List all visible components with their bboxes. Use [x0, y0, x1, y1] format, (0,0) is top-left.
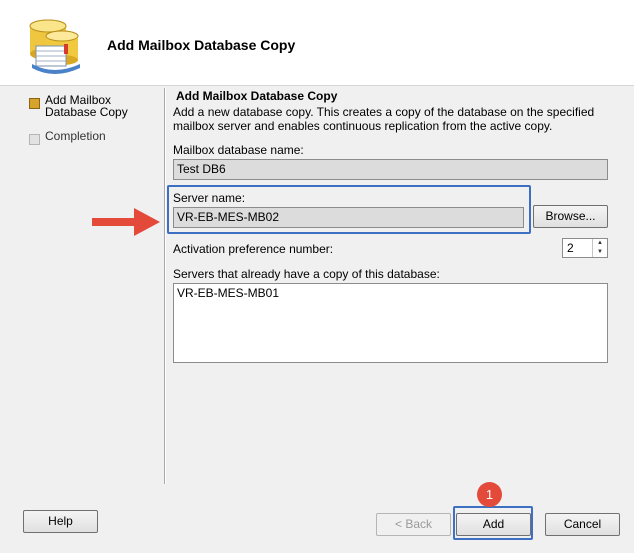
server-name-field[interactable]: VR-EB-MES-MB02: [173, 207, 524, 228]
wizard-header: Add Mailbox Database Copy: [0, 0, 634, 86]
red-arrow-icon: [92, 208, 160, 236]
back-button[interactable]: < Back: [376, 513, 451, 536]
database-copy-icon: [29, 19, 80, 74]
step-pending-icon: [29, 134, 40, 145]
section-description: Add a new database copy. This creates a …: [173, 105, 595, 133]
activation-pref-value: 2: [567, 241, 574, 255]
nav-item-add-copy: Add Mailbox Database Copy: [24, 94, 159, 130]
list-item[interactable]: VR-EB-MES-MB01: [174, 284, 607, 302]
wizard-nav: Add Mailbox Database Copy Completion: [24, 94, 159, 166]
servers-list[interactable]: VR-EB-MES-MB01: [173, 283, 608, 363]
nav-item-label: Completion: [45, 129, 106, 143]
stepper-down-icon[interactable]: ▼: [593, 248, 607, 257]
stepper-arrows[interactable]: ▲ ▼: [592, 239, 607, 257]
server-name-label: Server name:: [173, 191, 246, 205]
browse-button[interactable]: Browse...: [533, 205, 608, 228]
servers-list-label: Servers that already have a copy of this…: [173, 267, 440, 281]
step-badge: 1: [477, 482, 502, 507]
add-button[interactable]: Add: [456, 513, 531, 536]
wizard-title: Add Mailbox Database Copy: [107, 37, 296, 53]
help-button[interactable]: Help: [23, 510, 98, 533]
nav-item-completion: Completion: [24, 130, 159, 166]
section-title: Add Mailbox Database Copy: [176, 89, 338, 103]
step-active-icon: [29, 98, 40, 109]
db-name-label: Mailbox database name:: [173, 143, 304, 157]
nav-divider: [164, 88, 166, 484]
activation-pref-label: Activation preference number:: [173, 242, 334, 256]
stepper-up-icon[interactable]: ▲: [593, 239, 607, 248]
activation-pref-stepper[interactable]: 2 ▲ ▼: [562, 238, 608, 258]
db-name-field: Test DB6: [173, 159, 608, 180]
cancel-button[interactable]: Cancel: [545, 513, 620, 536]
nav-item-label: Add Mailbox Database Copy: [45, 93, 128, 119]
